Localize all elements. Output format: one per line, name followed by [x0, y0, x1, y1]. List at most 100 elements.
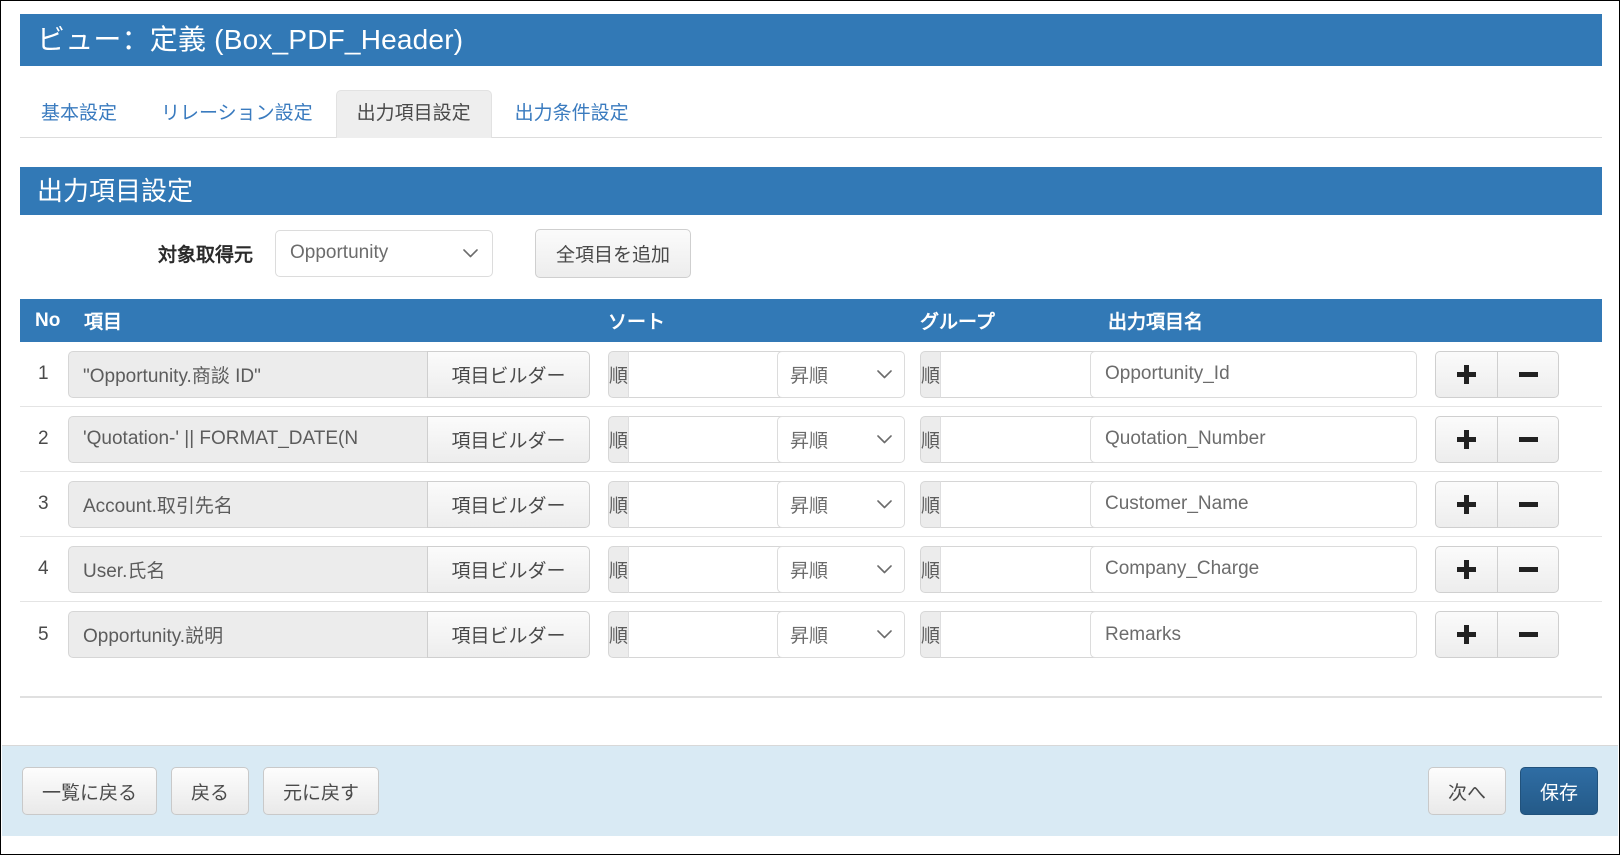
sort-order-input-group: 順 — [608, 546, 745, 593]
table-row: 5Opportunity.説明項目ビルダー順昇順順 — [20, 602, 1602, 667]
minus-icon — [1519, 567, 1538, 572]
item-input-group: User.氏名項目ビルダー — [68, 546, 608, 593]
group-cell: 順 — [920, 546, 1090, 593]
chevron-down-icon — [463, 249, 478, 258]
sort-direction-value: 昇順 — [790, 556, 869, 583]
output-name-input[interactable] — [1090, 416, 1417, 463]
sort-direction-select[interactable]: 昇順 — [777, 416, 905, 463]
sort-order-input-group: 順 — [608, 611, 745, 658]
remove-row-button[interactable] — [1497, 481, 1559, 528]
tab-output-condition-settings[interactable]: 出力条件設定 — [494, 90, 650, 138]
sort-direction-select[interactable]: 昇順 — [777, 611, 905, 658]
item-builder-button[interactable]: 項目ビルダー — [427, 416, 590, 463]
sort-order-input-group: 順 — [608, 416, 745, 463]
back-to-list-button[interactable]: 一覧に戻る — [22, 767, 157, 815]
sort-direction-select[interactable]: 昇順 — [777, 351, 905, 398]
group-order-input-group: 順 — [920, 611, 1057, 658]
add-row-button[interactable] — [1435, 416, 1497, 463]
group-order-input-group: 順 — [920, 481, 1057, 528]
source-label: 対象取得元 — [20, 240, 275, 267]
window-title-bar: ビュー：定義 (Box_PDF_Header) — [20, 14, 1602, 66]
footer-toolbar: 一覧に戻る 戻る 元に戻す 次へ 保存 — [2, 746, 1618, 836]
minus-icon — [1519, 437, 1538, 442]
row-number: 5 — [20, 624, 68, 646]
add-row-button[interactable] — [1435, 546, 1497, 593]
plus-icon — [1457, 365, 1476, 384]
output-name-input[interactable] — [1090, 611, 1417, 658]
chevron-down-icon — [877, 565, 892, 574]
minus-icon — [1519, 502, 1538, 507]
plus-icon — [1457, 625, 1476, 644]
sort-direction-value: 昇順 — [790, 621, 869, 648]
table-row: 1"Opportunity.商談 ID"項目ビルダー順昇順順 — [20, 342, 1602, 407]
page-title: ビュー：定義 (Box_PDF_Header) — [37, 26, 463, 54]
back-button[interactable]: 戻る — [171, 767, 249, 815]
tab-output-item-settings[interactable]: 出力項目設定 — [336, 90, 492, 138]
item-input-group: Account.取引先名項目ビルダー — [68, 481, 608, 528]
output-name-input[interactable] — [1090, 351, 1417, 398]
row-number: 1 — [20, 363, 68, 385]
group-order-prefix-label: 順 — [920, 416, 941, 463]
remove-row-button[interactable] — [1497, 351, 1559, 398]
next-button[interactable]: 次へ — [1428, 767, 1506, 815]
item-builder-button[interactable]: 項目ビルダー — [427, 481, 590, 528]
sort-order-prefix-label: 順 — [608, 546, 629, 593]
item-expression-field[interactable]: Account.取引先名 — [68, 481, 427, 528]
item-expression-field[interactable]: 'Quotation-' || FORMAT_DATE(N — [68, 416, 427, 463]
add-row-button[interactable] — [1435, 351, 1497, 398]
footer-left-group: 一覧に戻る 戻る 元に戻す — [22, 767, 379, 815]
chevron-down-icon — [877, 630, 892, 639]
row-actions-cell — [1435, 351, 1602, 398]
save-button[interactable]: 保存 — [1520, 767, 1598, 815]
output-name-input[interactable] — [1090, 546, 1417, 593]
remove-row-button[interactable] — [1497, 416, 1559, 463]
tab-relation-settings[interactable]: リレーション設定 — [140, 90, 334, 138]
group-order-input-group: 順 — [920, 546, 1057, 593]
add-row-button[interactable] — [1435, 481, 1497, 528]
row-actions-cell — [1435, 611, 1602, 658]
group-order-input-group: 順 — [920, 416, 1057, 463]
group-cell: 順 — [920, 611, 1090, 658]
output-items-table: No 項目 ソート グループ 出力項目名 1"Opportunity.商談 ID… — [20, 299, 1602, 698]
output-name-input[interactable] — [1090, 481, 1417, 528]
row-action-button-group — [1435, 481, 1559, 528]
footer-bottom-strip — [2, 836, 1618, 854]
table-header-row: No 項目 ソート グループ 出力項目名 — [20, 299, 1602, 342]
item-builder-button[interactable]: 項目ビルダー — [427, 611, 590, 658]
sort-direction-value: 昇順 — [790, 361, 869, 388]
table-body: 1"Opportunity.商談 ID"項目ビルダー順昇順順2'Quotatio… — [20, 342, 1602, 667]
view-definition-window: ビュー：定義 (Box_PDF_Header) 基本設定 リレーション設定 出力… — [0, 0, 1620, 855]
group-order-prefix-label: 順 — [920, 611, 941, 658]
item-expression-field[interactable]: "Opportunity.商談 ID" — [68, 351, 427, 398]
minus-icon — [1519, 632, 1538, 637]
row-number: 4 — [20, 558, 68, 580]
footer-right-group: 次へ 保存 — [1428, 767, 1598, 815]
output-name-cell — [1090, 611, 1435, 658]
item-expression-field[interactable]: Opportunity.説明 — [68, 611, 427, 658]
source-select-value: Opportunity — [290, 242, 455, 264]
item-expression-field[interactable]: User.氏名 — [68, 546, 427, 593]
remove-row-button[interactable] — [1497, 611, 1559, 658]
tab-basic-settings[interactable]: 基本設定 — [20, 90, 138, 138]
sort-order-prefix-label: 順 — [608, 611, 629, 658]
item-builder-button[interactable]: 項目ビルダー — [427, 546, 590, 593]
sort-order-prefix-label: 順 — [608, 481, 629, 528]
item-builder-button[interactable]: 項目ビルダー — [427, 351, 590, 398]
chevron-down-icon — [877, 435, 892, 444]
column-header-output-name: 出力項目名 — [1090, 307, 1435, 334]
row-action-button-group — [1435, 416, 1559, 463]
output-name-cell — [1090, 416, 1435, 463]
add-all-items-button[interactable]: 全項目を追加 — [535, 229, 691, 278]
toolbar: 対象取得元 Opportunity 全項目を追加 — [20, 229, 1602, 277]
sort-direction-select[interactable]: 昇順 — [777, 546, 905, 593]
add-row-button[interactable] — [1435, 611, 1497, 658]
sort-direction-select[interactable]: 昇順 — [777, 481, 905, 528]
group-order-prefix-label: 順 — [920, 351, 941, 398]
undo-button[interactable]: 元に戻す — [263, 767, 379, 815]
column-header-item: 項目 — [68, 307, 608, 334]
sort-order-prefix-label: 順 — [608, 416, 629, 463]
sort-order-input-group: 順 — [608, 481, 745, 528]
remove-row-button[interactable] — [1497, 546, 1559, 593]
chevron-down-icon — [877, 500, 892, 509]
source-select[interactable]: Opportunity — [275, 230, 493, 277]
